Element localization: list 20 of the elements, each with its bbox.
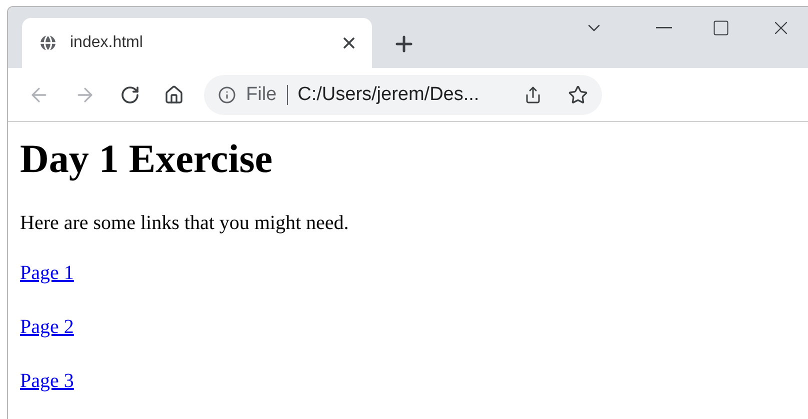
scheme-label: File <box>246 84 288 104</box>
info-icon[interactable] <box>218 86 236 104</box>
minimize-button[interactable] <box>656 27 672 29</box>
globe-icon <box>38 33 58 53</box>
maximize-button[interactable] <box>712 19 730 37</box>
minimize-icon <box>656 27 672 29</box>
address-bar[interactable]: File C:/Users/jerem/Des... <box>204 74 602 114</box>
intro-paragraph: Here are some links that you might need. <box>20 212 350 235</box>
home-button[interactable] <box>164 84 184 104</box>
share-button[interactable] <box>524 86 542 104</box>
tab-title: index.html <box>70 34 144 52</box>
maximize-icon <box>712 19 730 37</box>
page-heading: Day 1 Exercise <box>20 136 274 182</box>
page-link[interactable]: Page 2 <box>20 316 74 338</box>
bookmark-button[interactable] <box>568 84 588 104</box>
page-link[interactable]: Page 1 <box>20 262 74 284</box>
page-link[interactable]: Page 3 <box>20 370 74 392</box>
reload-button[interactable] <box>120 84 140 104</box>
browser-tab[interactable]: index.html <box>22 18 372 68</box>
url-text: C:/Users/jerem/Des... <box>298 84 480 106</box>
